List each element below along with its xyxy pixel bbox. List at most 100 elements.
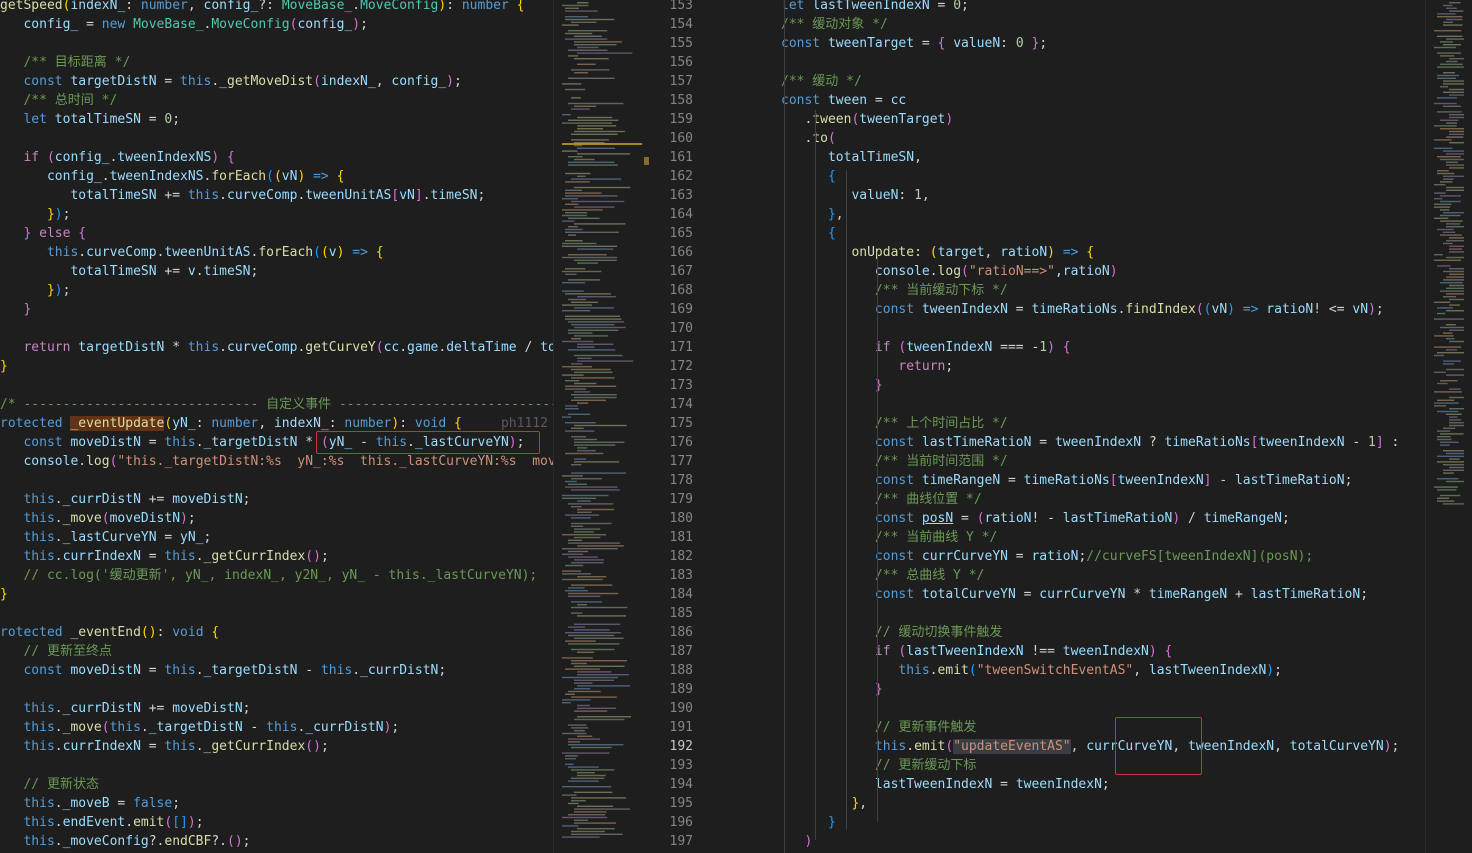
left-minimap[interactable] — [553, 0, 654, 853]
code-line[interactable]: { — [781, 167, 836, 186]
code-line[interactable]: return; — [781, 357, 953, 376]
code-token: += — [156, 188, 188, 203]
code-line[interactable]: } — [781, 680, 883, 699]
code-line[interactable]: const targetDistN = this._getMoveDist(in… — [0, 72, 461, 91]
code-line[interactable]: const tweenTarget = { valueN: 0 }; — [781, 34, 1047, 53]
code-line[interactable]: } — [0, 357, 8, 376]
code-line[interactable]: this._move(this._targetDistN - this._cur… — [0, 718, 399, 737]
code-line[interactable]: const currCurveYN = ratioN;//curveFS[twe… — [781, 547, 1313, 566]
code-token: forEach — [258, 245, 314, 260]
minimap-line — [577, 46, 599, 49]
code-line[interactable]: totalTimeSN += v.timeSN; — [0, 262, 258, 281]
code-line[interactable]: this.currIndexN = this._getCurrIndex(); — [0, 547, 328, 566]
minimap-line — [568, 592, 619, 595]
code-line[interactable]: } — [0, 300, 31, 319]
right-minimap-canvas[interactable] — [1426, 0, 1472, 853]
code-token: , — [187, 0, 204, 13]
code-line[interactable]: { — [781, 224, 836, 243]
code-line[interactable]: /* ------------------------------ 自定义事件 … — [0, 395, 553, 414]
code-line[interactable]: if (tweenIndexN === -1) { — [781, 338, 1071, 357]
code-token: tweenIndexN — [1062, 644, 1149, 659]
minimap-line — [1437, 312, 1446, 315]
code-line[interactable]: .to( — [781, 129, 835, 148]
code-line[interactable]: }, — [781, 794, 867, 813]
code-line[interactable]: /** 缓动 */ — [781, 72, 862, 91]
code-line[interactable]: } else { — [0, 224, 86, 243]
code-line[interactable]: }, — [781, 205, 844, 224]
code-line[interactable]: // 更新事件触发 — [781, 718, 976, 737]
code-line[interactable]: const lastTimeRatioN = tweenIndexN ? tim… — [781, 433, 1399, 452]
minimap-line — [574, 629, 610, 631]
code-line[interactable]: const posN = (ratioN! - lastTimeRatioN) … — [781, 509, 1290, 528]
code-line[interactable]: totalTimeSN, — [781, 148, 922, 167]
minimap-line — [1437, 307, 1453, 309]
right-editor-pane[interactable]: 153 154 155 156 157 158 159 160 161 162 163 164 165 1… — [653, 0, 1425, 853]
code-line[interactable]: const tween = cc — [781, 91, 906, 110]
minimap-line — [571, 427, 584, 429]
code-line[interactable]: this.curveComp.tweenUnitAS.forEach((v) =… — [0, 243, 384, 262]
code-line[interactable]: /** 总曲线 Y */ — [781, 566, 984, 585]
minimap-line — [1446, 287, 1464, 289]
code-line[interactable]: } — [0, 585, 8, 604]
code-line[interactable]: if (lastTweenIndexN !== tweenIndexN) { — [781, 642, 1172, 661]
code-line[interactable]: onUpdate: (target, ratioN) => { — [781, 243, 1094, 262]
code-line[interactable]: this._lastCurveYN = yN_; — [0, 528, 211, 547]
code-line[interactable]: this._currDistN += moveDistN; — [0, 490, 250, 509]
code-token: moveDistN — [70, 663, 141, 678]
code-line[interactable]: const timeRangeN = timeRatioNs[tweenInde… — [781, 471, 1352, 490]
code-line[interactable]: this.emit("updateEventAS", currCurveYN, … — [781, 737, 1399, 756]
code-line[interactable]: valueN: 1, — [781, 186, 929, 205]
code-token: /** 缓动 */ — [781, 74, 862, 89]
code-line[interactable]: /** 当前曲线 Y */ — [781, 528, 997, 547]
code-token: tween — [812, 112, 852, 127]
code-line[interactable]: const tweenIndexN = timeRatioNs.findInde… — [781, 300, 1384, 319]
minimap-line — [1440, 158, 1464, 161]
minimap-line — [571, 489, 620, 491]
code-line[interactable]: /** 曲线位置 */ — [781, 490, 982, 509]
code-line[interactable]: console.log("this._targetDistN:%s yN_:%s… — [0, 452, 553, 471]
code-line[interactable]: config_.tweenIndexNS.forEach((vN) => { — [0, 167, 344, 186]
code-line[interactable]: this._moveB = false; — [0, 794, 180, 813]
code-line[interactable]: // 更新至终点 — [0, 642, 111, 661]
code-line[interactable]: let lastTweenIndexN = 0; — [781, 0, 969, 15]
code-line[interactable]: /** 目标距离 */ — [0, 53, 130, 72]
code-line[interactable]: .tween(tweenTarget) — [781, 110, 953, 129]
code-line[interactable]: this._move(moveDistN); — [0, 509, 195, 528]
right-code-area[interactable]: let lastTweenIndexN = 0; /** 缓动对象 */ const… — [653, 0, 1425, 853]
left-minimap-canvas[interactable] — [554, 0, 654, 853]
code-line[interactable]: }); — [0, 281, 70, 300]
code-line[interactable]: config_ = new MoveBase_.MoveConfig(confi… — [0, 15, 367, 34]
code-line[interactable]: this._moveConfig?.endCBF?.(); — [0, 832, 250, 851]
minimap-line — [1437, 35, 1463, 37]
minimap-line — [562, 282, 585, 284]
code-line[interactable]: lastTweenIndexN = tweenIndexN; — [781, 775, 1110, 794]
minimap-line — [1449, 268, 1464, 270]
code-line[interactable]: return targetDistN * this.curveComp.getC… — [0, 338, 553, 357]
left-editor-pane[interactable]: getSpeed(indexN_: number, config_?: Move… — [0, 0, 553, 853]
code-line[interactable]: this.currIndexN = this._getCurrIndex(); — [0, 737, 328, 756]
code-line[interactable]: const moveDistN = this._targetDistN - th… — [0, 661, 446, 680]
code-line[interactable]: /** 总时间 */ — [0, 91, 117, 110]
minimap-line — [562, 209, 603, 211]
code-line[interactable]: totalTimeSN += this.curveComp.tweenUnitA… — [0, 186, 485, 205]
code-line[interactable]: }); — [0, 205, 70, 224]
code-token: , — [859, 796, 868, 811]
code-line[interactable]: // 更新状态 — [0, 775, 98, 794]
code-line[interactable]: } — [781, 376, 883, 395]
code-line[interactable]: getSpeed(indexN_: number, config_?: Move… — [0, 0, 524, 15]
code-line[interactable]: const totalCurveYN = currCurveYN * timeR… — [781, 585, 1368, 604]
code-line[interactable]: ) — [781, 832, 812, 851]
code-line[interactable]: // 更新缓动下标 — [781, 756, 976, 775]
right-minimap[interactable] — [1425, 0, 1472, 853]
code-line[interactable]: // cc.log('缓动更新', yN_, indexN_, y2N_, yN… — [0, 566, 537, 585]
code-line[interactable]: rotected _eventEnd(): void { — [0, 623, 219, 642]
code-line[interactable]: if (config_.tweenIndexNS) { — [0, 148, 234, 167]
code-line[interactable]: this.emit("tweenSwitchEventAS", lastTwee… — [781, 661, 1282, 680]
code-line[interactable]: let totalTimeSN = 0; — [0, 110, 180, 129]
code-line[interactable]: console.log("ratioN==>",ratioN) — [781, 262, 1118, 281]
code-line[interactable]: /** 缓动对象 */ — [781, 15, 888, 34]
code-line[interactable]: } — [781, 813, 836, 832]
code-line[interactable]: this._currDistN += moveDistN; — [0, 699, 250, 718]
code-line[interactable]: this.endEvent.emit([]); — [0, 813, 203, 832]
